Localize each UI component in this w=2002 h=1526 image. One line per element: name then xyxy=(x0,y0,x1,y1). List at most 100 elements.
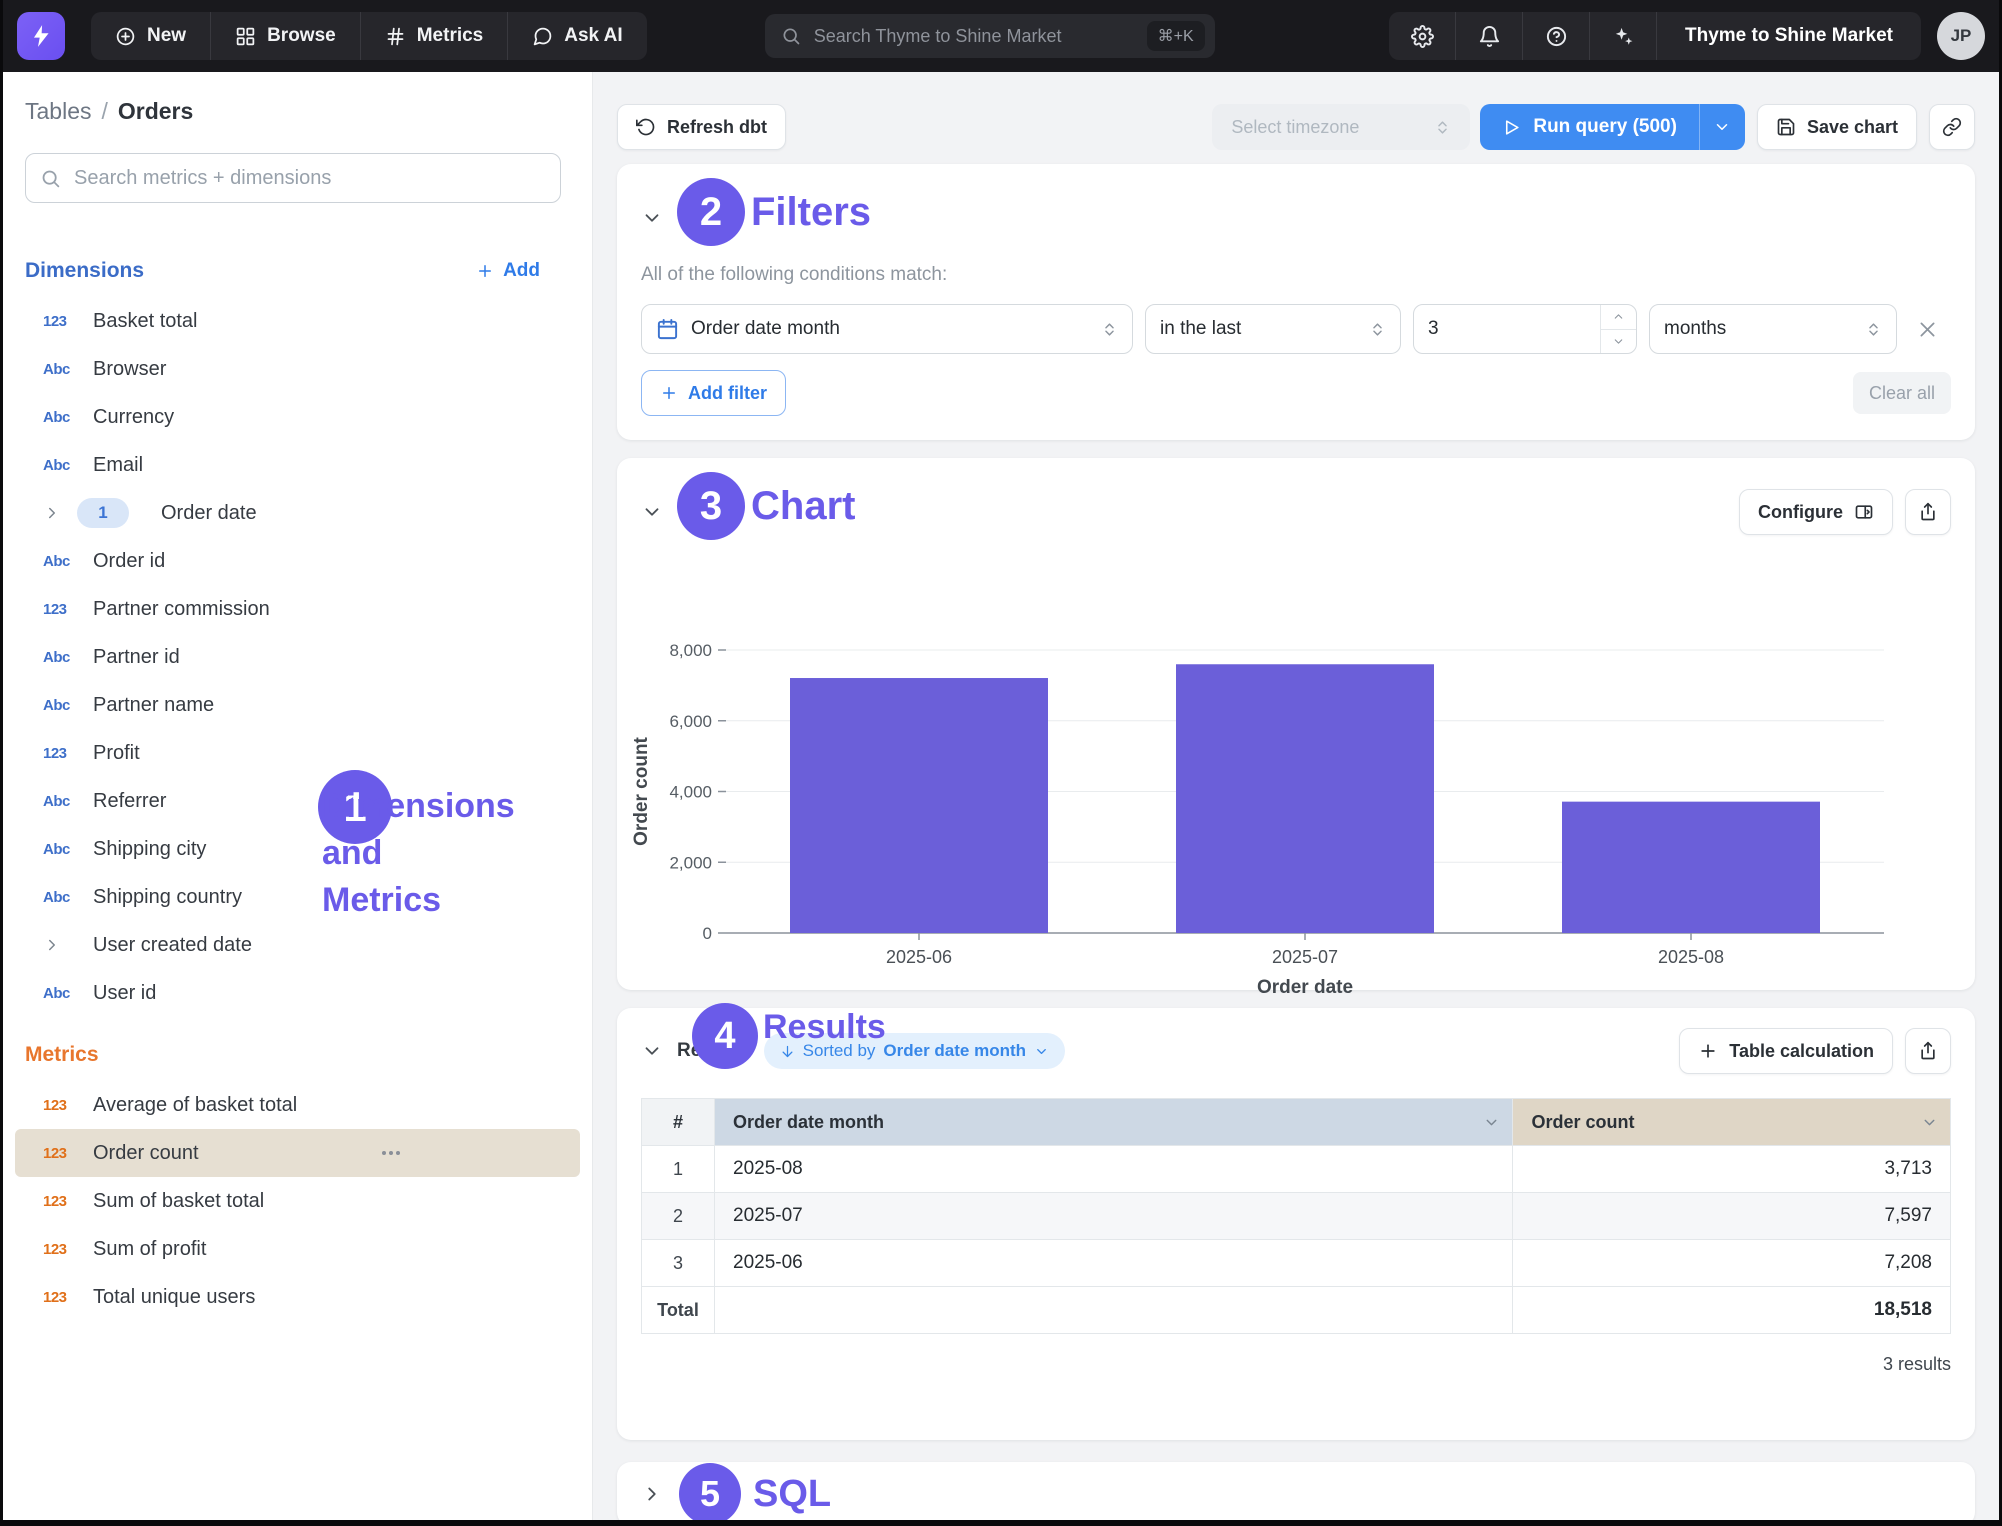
dimension-label: Email xyxy=(93,454,143,477)
cell-order-date-month[interactable]: 2025-06 xyxy=(715,1240,1513,1287)
refresh-dbt-button[interactable]: Refresh dbt xyxy=(617,104,786,150)
metrics-section-header: Metrics xyxy=(3,1043,592,1067)
filter-field-select[interactable]: Order date month xyxy=(641,304,1133,354)
settings-button[interactable] xyxy=(1389,12,1456,60)
dimension-item-partner-name[interactable]: AbcPartner name xyxy=(15,681,580,729)
notifications-button[interactable] xyxy=(1456,12,1523,60)
stepper-down-button[interactable] xyxy=(1601,330,1636,354)
filter-value: 3 xyxy=(1414,305,1600,353)
string-type-icon: Abc xyxy=(43,697,70,714)
table-row[interactable]: 12025-083,713 xyxy=(642,1146,1951,1193)
expand-chevron-icon[interactable] xyxy=(43,504,61,522)
dimension-item-currency[interactable]: AbcCurrency xyxy=(15,393,580,441)
column-header-order-date-month[interactable]: Order date month xyxy=(715,1099,1513,1146)
row-actions-icon[interactable] xyxy=(379,1141,403,1165)
bar-2025-06[interactable] xyxy=(790,678,1048,933)
collapse-results-icon[interactable] xyxy=(641,1040,663,1062)
export-results-button[interactable] xyxy=(1905,1028,1951,1074)
column-header-order-count[interactable]: Order count xyxy=(1513,1099,1951,1146)
clear-all-filters-button[interactable]: Clear all xyxy=(1853,372,1951,414)
global-search-input[interactable]: Search Thyme to Shine Market ⌘+K xyxy=(765,14,1215,58)
table-calculation-button[interactable]: Table calculation xyxy=(1679,1028,1893,1074)
add-dimension-button[interactable]: Add xyxy=(476,260,540,282)
select-caret-icon xyxy=(1865,321,1882,338)
cell-order-date-month[interactable]: 2025-07 xyxy=(715,1193,1513,1240)
workspace-name[interactable]: Thyme to Shine Market xyxy=(1657,25,1921,47)
dimension-item-order-date[interactable]: 1Order date xyxy=(15,489,580,537)
app-logo[interactable] xyxy=(17,12,65,60)
breadcrumb-tables-link[interactable]: Tables xyxy=(25,98,91,124)
run-query-options-button[interactable] xyxy=(1699,104,1745,150)
save-chart-button[interactable]: Save chart xyxy=(1757,104,1917,150)
configure-chart-button[interactable]: Configure xyxy=(1739,489,1893,535)
dimension-item-shipping-city[interactable]: AbcShipping city xyxy=(15,825,580,873)
timezone-select[interactable]: Select timezone xyxy=(1212,104,1470,150)
avatar[interactable]: JP xyxy=(1937,12,1985,60)
chevron-up-icon xyxy=(1612,310,1625,323)
dimension-item-order-id[interactable]: AbcOrder id xyxy=(15,537,580,585)
nav-item-ask-ai[interactable]: Ask AI xyxy=(508,12,646,60)
metric-item-sum-of-basket-total[interactable]: 123Sum of basket total xyxy=(15,1177,580,1225)
dimension-item-shipping-country[interactable]: AbcShipping country xyxy=(15,873,580,921)
metric-item-order-count[interactable]: 123Order count xyxy=(15,1129,580,1177)
filter-operator-select[interactable]: in the last xyxy=(1145,304,1401,354)
filter-value-input[interactable]: 3 xyxy=(1413,304,1637,354)
nav-item-new[interactable]: New xyxy=(91,12,211,60)
table-row[interactable]: 22025-077,597 xyxy=(642,1193,1951,1240)
bar-2025-08[interactable] xyxy=(1562,802,1820,933)
filter-operator-value: in the last xyxy=(1160,318,1241,340)
y-axis-tick: 4,000 xyxy=(669,783,712,802)
gear-icon xyxy=(1411,25,1434,48)
sparkles-icon xyxy=(1612,25,1635,48)
add-filter-label: Add filter xyxy=(688,383,767,404)
dimension-item-user-created-date[interactable]: User created date xyxy=(15,921,580,969)
sorted-by-pill[interactable]: Sorted by Order date month xyxy=(764,1033,1065,1069)
expand-chevron-icon[interactable] xyxy=(43,936,61,954)
copy-link-button[interactable] xyxy=(1929,104,1975,150)
collapse-filters-icon[interactable] xyxy=(641,207,663,229)
dimension-item-profit[interactable]: 123Profit xyxy=(15,729,580,777)
filter-unit-select[interactable]: months xyxy=(1649,304,1897,354)
stepper-up-button[interactable] xyxy=(1601,305,1636,330)
metric-item-sum-of-profit[interactable]: 123Sum of profit xyxy=(15,1225,580,1273)
remove-filter-button[interactable] xyxy=(1917,319,1938,340)
cell-order-count[interactable]: 3,713 xyxy=(1513,1146,1951,1193)
dimension-item-basket-total[interactable]: 123Basket total xyxy=(15,297,580,345)
ai-sparkles-button[interactable] xyxy=(1590,12,1657,60)
string-type-icon: Abc xyxy=(43,985,70,1002)
row-actions-menu[interactable] xyxy=(379,1141,403,1165)
annotation-step-2: 2 Filters xyxy=(677,178,871,246)
select-caret-icon xyxy=(1101,321,1118,338)
number-type-icon: 123 xyxy=(43,1289,67,1306)
dimension-item-browser[interactable]: AbcBrowser xyxy=(15,345,580,393)
bar-2025-07[interactable] xyxy=(1176,664,1434,933)
expand-sql-icon[interactable] xyxy=(641,1483,663,1505)
dimension-item-user-id[interactable]: AbcUser id xyxy=(15,969,580,1017)
metric-label: Order count xyxy=(93,1142,199,1165)
collapse-chart-icon[interactable] xyxy=(641,501,663,523)
metrics-title: Metrics xyxy=(25,1043,99,1067)
table-row[interactable]: 32025-067,208 xyxy=(642,1240,1951,1287)
nav-item-browse[interactable]: Browse xyxy=(211,12,361,60)
dimension-item-partner-id[interactable]: AbcPartner id xyxy=(15,633,580,681)
metric-item-average-of-basket-total[interactable]: 123Average of basket total xyxy=(15,1081,580,1129)
chevron-down-icon[interactable] xyxy=(1921,1114,1938,1131)
nav-item-metrics[interactable]: Metrics xyxy=(361,12,509,60)
export-chart-button[interactable] xyxy=(1905,489,1951,535)
annotation-circle-3: 3 xyxy=(677,472,745,540)
cell-order-count[interactable]: 7,597 xyxy=(1513,1193,1951,1240)
dimension-item-partner-commission[interactable]: 123Partner commission xyxy=(15,585,580,633)
dimension-item-email[interactable]: AbcEmail xyxy=(15,441,580,489)
cell-order-count[interactable]: 7,208 xyxy=(1513,1240,1951,1287)
run-query-button[interactable]: Run query (500) xyxy=(1480,104,1699,150)
row-index: 3 xyxy=(642,1240,715,1287)
cell-order-date-month[interactable]: 2025-08 xyxy=(715,1146,1513,1193)
fields-search-input[interactable]: Search metrics + dimensions xyxy=(25,153,561,203)
annotation-step-3: 3 Chart xyxy=(677,472,855,540)
string-type-icon: Abc xyxy=(43,889,70,906)
add-filter-button[interactable]: Add filter xyxy=(641,370,786,416)
chevron-down-icon[interactable] xyxy=(1483,1114,1500,1131)
help-button[interactable] xyxy=(1523,12,1590,60)
dimension-item-referrer[interactable]: AbcReferrer xyxy=(15,777,580,825)
metric-item-total-unique-users[interactable]: 123Total unique users xyxy=(15,1273,580,1321)
